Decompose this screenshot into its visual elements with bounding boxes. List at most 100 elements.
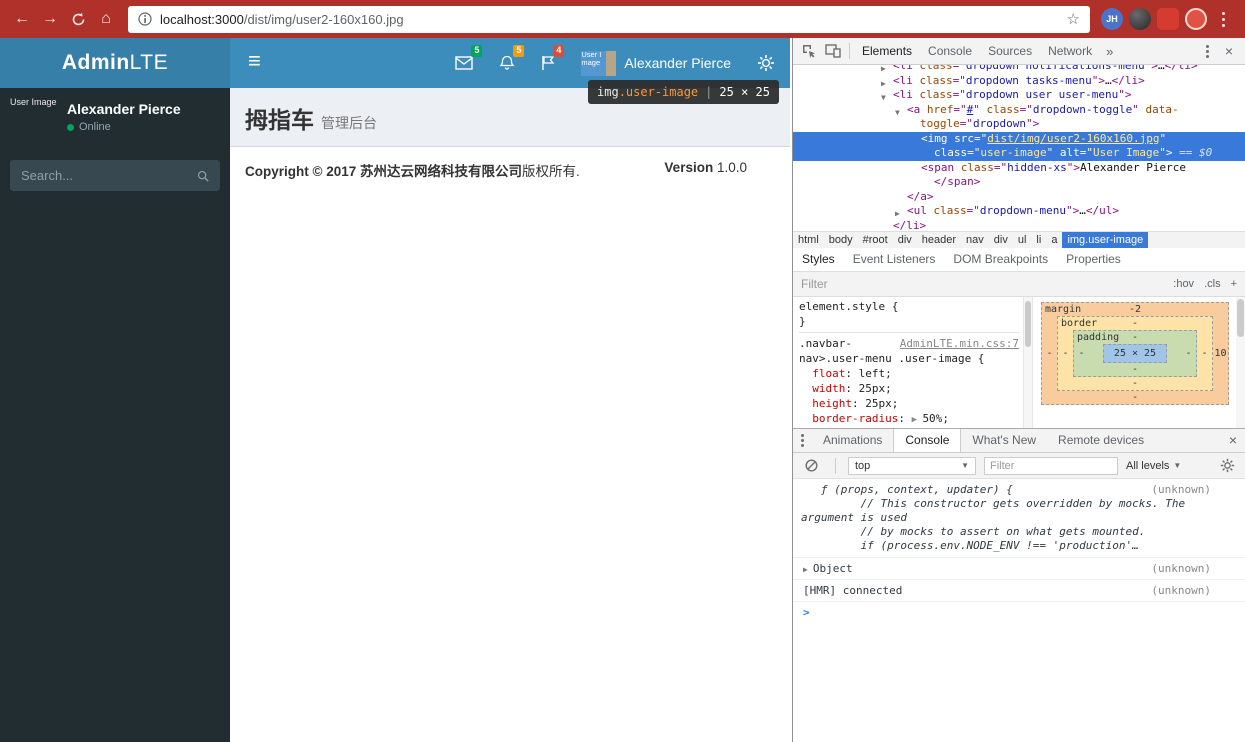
drawer-close-button[interactable]: × [1221, 429, 1245, 452]
elements-tree-line[interactable]: ▼ <li class="dropdown user user-menu"> [793, 88, 1245, 103]
border-right-value[interactable]: - [1197, 348, 1212, 359]
drawer-tab-console[interactable]: Console [893, 429, 962, 452]
devtools-close-button[interactable]: × [1217, 43, 1241, 59]
margin-bottom-value[interactable]: - [1042, 391, 1228, 404]
breadcrumb-item[interactable]: li [1031, 232, 1046, 248]
console-filter-input[interactable] [984, 456, 1118, 475]
toggle-element-classes[interactable]: .cls [1204, 278, 1221, 290]
sidebar-tab-event-listeners[interactable]: Event Listeners [844, 248, 945, 271]
padding-left-value[interactable]: - [1074, 348, 1089, 359]
style-line[interactable]: nav>.user-menu .user-image { [799, 351, 1019, 366]
browser-menu-icon[interactable] [1222, 17, 1225, 21]
margin-left-value[interactable]: - [1042, 348, 1057, 359]
log-levels-select[interactable]: All levels ▼ [1126, 460, 1181, 472]
elements-tree-line[interactable]: ▶ <li class="dropdown tasks-menu">…</li> [793, 74, 1245, 89]
devtools-tab-network[interactable]: Network [1040, 38, 1100, 64]
expand-arrow-icon[interactable]: ▶ [803, 565, 808, 574]
toggle-hover-state[interactable]: :hov [1173, 278, 1194, 290]
tasks-menu[interactable]: 4 [528, 38, 568, 88]
notifications-menu[interactable]: 5 [486, 38, 528, 88]
breadcrumb-item[interactable]: #root [858, 232, 893, 248]
elements-tree-line[interactable]: <img src="dist/img/user2-160x160.jpg" [793, 131, 1245, 146]
devtools-tab-elements[interactable]: Elements [854, 38, 920, 64]
drawer-tab-remote-devices[interactable]: Remote devices [1047, 429, 1155, 452]
elements-tree-line[interactable]: </a> [793, 190, 1245, 205]
new-style-rule-button[interactable]: + [1231, 278, 1237, 290]
elements-tree-line[interactable]: </li> [793, 219, 1245, 232]
search-icon[interactable] [197, 169, 209, 183]
breadcrumb-item[interactable]: a [1046, 232, 1062, 248]
brand-logo[interactable]: Admin LTE [0, 38, 230, 88]
content-size-value[interactable]: 25 × 25 [1102, 344, 1168, 363]
elements-tree-line[interactable]: class="user-image" alt="User Image"> == … [793, 146, 1245, 161]
messages-menu[interactable]: 5 [442, 38, 486, 88]
extension-red-icon[interactable] [1157, 8, 1179, 30]
elements-tree-line[interactable]: </span> [793, 175, 1245, 190]
breadcrumb-item[interactable]: body [824, 232, 858, 248]
breadcrumb-item[interactable]: header [917, 232, 961, 248]
console-entry-object[interactable]: ▶ Object (unknown) [793, 558, 1245, 580]
breadcrumb-item[interactable]: img.user-image [1062, 232, 1149, 248]
styles-filter-input[interactable] [801, 277, 1164, 291]
elements-tree-line[interactable]: ▼ <a href="#" class="dropdown-toggle" dat… [793, 103, 1245, 118]
elements-tree-line[interactable]: ▶ <li class="dropdown notifications-menu"… [793, 65, 1245, 74]
border-left-value[interactable]: - [1058, 348, 1073, 359]
sidebar-user-status[interactable]: Online [67, 121, 181, 133]
more-tabs-chevron[interactable]: » [1100, 44, 1119, 59]
sidebar-tab-dom-breakpoints[interactable]: DOM Breakpoints [944, 248, 1057, 271]
breadcrumb-item[interactable]: ul [1013, 232, 1032, 248]
breadcrumb-item[interactable]: div [893, 232, 917, 248]
scrollbar-thumb[interactable] [1025, 301, 1031, 347]
address-bar[interactable]: localhost:3000/dist/img/user2-160x160.jp… [128, 5, 1090, 33]
search-input[interactable] [21, 168, 197, 183]
bookmark-star-icon[interactable]: ☆ [1067, 10, 1080, 28]
console-settings-button[interactable] [1215, 454, 1239, 478]
elements-tree-line[interactable]: toggle="dropdown"> [793, 117, 1245, 132]
css-source-link[interactable]: AdminLTE.min.css:7 [900, 336, 1019, 351]
style-line[interactable]: AdminLTE.min.css:7 .navbar- [799, 336, 1019, 351]
style-line[interactable]: float: left; [799, 366, 1019, 381]
sidebar-scrollbar[interactable] [1236, 297, 1245, 428]
inspect-element-button[interactable] [797, 39, 821, 63]
style-line[interactable]: border-radius: ▶ 50%; [799, 411, 1019, 428]
sidebar-tab-styles[interactable]: Styles [793, 248, 844, 271]
devtools-tab-sources[interactable]: Sources [980, 38, 1040, 64]
breadcrumb-item[interactable]: nav [961, 232, 989, 248]
extension-jh-icon[interactable]: JH [1101, 8, 1123, 30]
page-info-icon[interactable] [138, 12, 152, 26]
scrollbar-thumb[interactable] [1237, 299, 1244, 337]
style-line[interactable]: element.style { [799, 299, 1019, 314]
elements-tree-line[interactable]: <span class="hidden-xs">Alexander Pierce [793, 161, 1245, 176]
clear-console-button[interactable] [799, 454, 823, 478]
style-line[interactable]: width: 25px; [799, 381, 1019, 396]
drawer-tab-animations[interactable]: Animations [812, 429, 893, 452]
home-button[interactable]: ⌂ [92, 5, 120, 33]
margin-right-value[interactable]: 10 [1213, 348, 1228, 359]
breadcrumb-item[interactable]: html [793, 232, 824, 248]
console-prompt-chevron[interactable]: > [803, 606, 810, 619]
devtools-menu-icon[interactable] [1205, 49, 1209, 53]
extension-sphere-icon[interactable] [1129, 8, 1151, 30]
reload-button[interactable] [64, 5, 92, 33]
sidebar-tab-properties[interactable]: Properties [1057, 248, 1130, 271]
padding-top-value[interactable]: - [1132, 332, 1138, 343]
execution-context-select[interactable]: top ▼ [848, 456, 976, 475]
margin-top-value[interactable]: -2 [1129, 304, 1141, 315]
breadcrumb-item[interactable]: div [989, 232, 1013, 248]
url-text[interactable]: localhost:3000/dist/img/user2-160x160.jp… [160, 12, 404, 27]
border-top-value[interactable]: - [1132, 318, 1138, 329]
border-bottom-value[interactable]: - [1058, 377, 1212, 390]
padding-right-value[interactable]: - [1181, 348, 1196, 359]
drawer-menu-icon[interactable] [801, 439, 804, 442]
forward-button[interactable]: → [36, 5, 64, 33]
style-line[interactable]: height: 25px; [799, 396, 1019, 411]
device-toolbar-button[interactable] [821, 39, 845, 63]
elements-tree-line[interactable]: ▶ <ul class="dropdown-menu">…</ul> [793, 204, 1245, 219]
back-button[interactable]: ← [8, 5, 36, 33]
drawer-tab-what-s-new[interactable]: What's New [961, 429, 1047, 452]
style-line[interactable]: } [799, 314, 1019, 329]
padding-bottom-value[interactable]: - [1074, 363, 1196, 376]
styles-scrollbar[interactable] [1023, 297, 1033, 428]
sidebar-toggle-icon[interactable]: ≡ [248, 48, 261, 74]
extension-badge-icon[interactable] [1185, 8, 1207, 30]
